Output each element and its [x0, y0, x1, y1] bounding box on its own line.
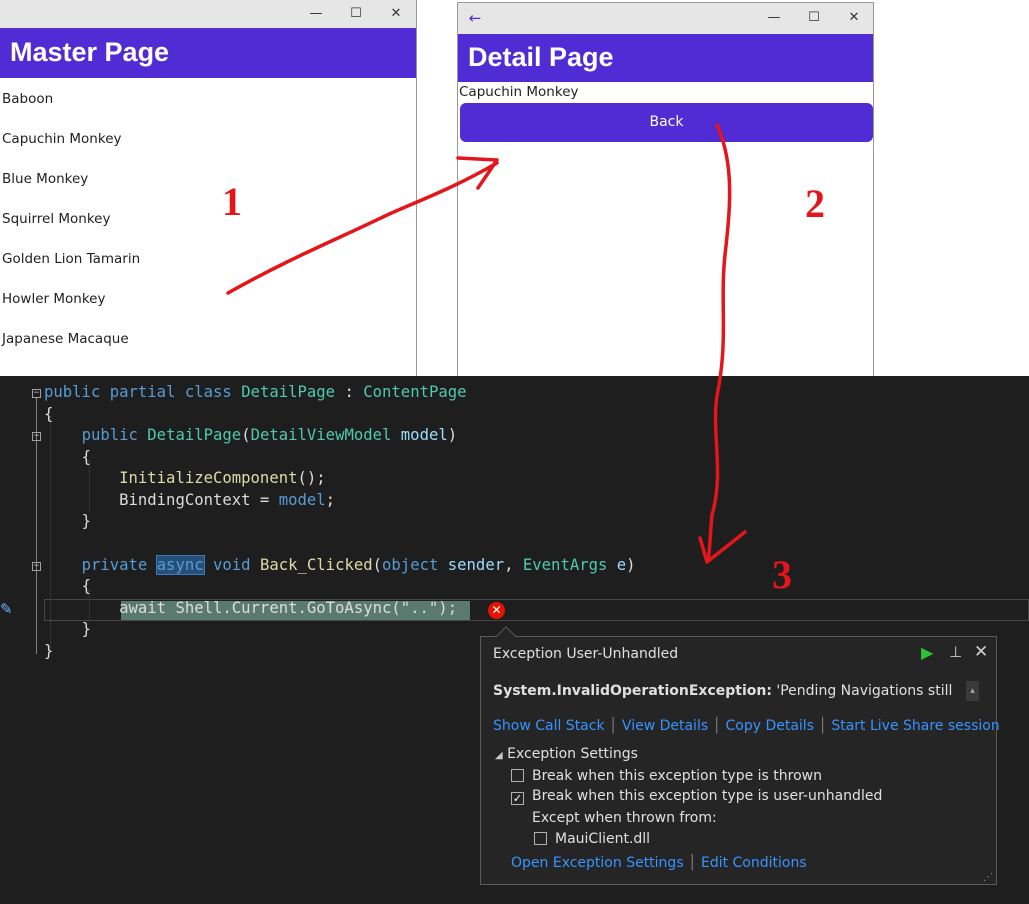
module-option[interactable]: MauiClient.dll: [534, 831, 650, 847]
code-line: InitializeComponent();: [119, 469, 326, 487]
close-button[interactable]: ✕: [385, 4, 407, 24]
minimize-button[interactable]: —: [763, 8, 785, 28]
edit-conditions-link[interactable]: Edit Conditions: [701, 855, 807, 871]
annotation-number: 2: [805, 181, 825, 226]
list-item[interactable]: Blue Monkey: [2, 171, 88, 187]
footer-links: Open Exception Settings │ Edit Condition…: [511, 855, 807, 871]
collapse-icon[interactable]: −: [32, 432, 41, 441]
close-button[interactable]: ✕: [843, 8, 865, 28]
code-line: public DetailPage(DetailViewModel model): [81, 426, 458, 444]
exception-links: Show Call Stack │ View Details │ Copy De…: [493, 718, 1000, 734]
detail-name-label: Capuchin Monkey: [459, 84, 579, 100]
continue-icon[interactable]: ▶: [921, 643, 933, 662]
resize-grip-icon[interactable]: ⋰: [983, 872, 993, 883]
maximize-button[interactable]: ☐: [345, 4, 367, 24]
code-line: {: [81, 577, 91, 595]
except-when-label: Except when thrown from:: [532, 810, 717, 826]
code-line: }: [81, 620, 91, 638]
code-editor[interactable]: − − − ✎ public partial class DetailPage …: [0, 376, 1029, 904]
code-line: private async void Back_Clicked(object s…: [81, 555, 636, 575]
break-unhandled-checkbox[interactable]: ✓: [511, 792, 524, 805]
exception-message: System.InvalidOperationException: 'Pendi…: [493, 683, 953, 699]
view-details-link[interactable]: View Details: [622, 718, 708, 734]
master-page-title: Master Page: [0, 28, 416, 78]
minimize-button[interactable]: —: [305, 4, 327, 24]
collapse-icon[interactable]: −: [32, 562, 41, 571]
exception-settings-header[interactable]: ◢ Exception Settings: [495, 746, 638, 762]
master-titlebar: — ☐ ✕: [0, 0, 416, 28]
code-line: }: [81, 512, 91, 530]
list-item[interactable]: Capuchin Monkey: [2, 131, 122, 147]
list-item[interactable]: Howler Monkey: [2, 291, 105, 307]
exception-helper-popup: Exception User-Unhandled ▶ ⊥ ✕ System.In…: [480, 626, 1000, 885]
break-thrown-option[interactable]: Break when this exception type is thrown: [511, 768, 822, 784]
back-arrow-icon[interactable]: ←: [464, 8, 486, 28]
code-line: }: [44, 642, 54, 660]
list-item[interactable]: Japanese Macaque: [2, 331, 129, 347]
detail-titlebar: ← — ☐ ✕: [458, 3, 873, 34]
maximize-button[interactable]: ☐: [803, 8, 825, 28]
break-thrown-checkbox[interactable]: [511, 769, 524, 782]
back-button[interactable]: Back: [460, 103, 873, 142]
code-line: {: [81, 448, 91, 466]
annotation-number: 1: [222, 179, 242, 224]
code-line: BindingContext = model;: [119, 491, 336, 509]
copy-details-link[interactable]: Copy Details: [725, 718, 814, 734]
list-item[interactable]: Baboon: [2, 91, 53, 107]
show-call-stack-link[interactable]: Show Call Stack: [493, 718, 605, 734]
code-line: await Shell.Current.GoToAsync("..");: [119, 599, 458, 617]
detail-page-title: Detail Page: [458, 34, 873, 82]
scroll-icon[interactable]: ▴: [966, 681, 979, 701]
paintbrush-icon[interactable]: ✎: [0, 600, 13, 618]
list-item[interactable]: Golden Lion Tamarin: [2, 251, 140, 267]
module-checkbox[interactable]: [534, 832, 547, 845]
expand-triangle-icon: ◢: [495, 750, 503, 761]
open-exception-settings-link[interactable]: Open Exception Settings: [511, 855, 684, 871]
pin-icon[interactable]: ⊥: [949, 643, 962, 661]
annotation-number: 3: [772, 552, 792, 597]
error-icon[interactable]: ✕: [488, 602, 505, 619]
break-unhandled-option[interactable]: ✓ Break when this exception type is user-…: [511, 788, 882, 805]
code-line: public partial class DetailPage : Conten…: [44, 383, 467, 401]
list-item[interactable]: Squirrel Monkey: [2, 211, 110, 227]
live-share-link[interactable]: Start Live Share session: [831, 718, 999, 734]
exception-title: Exception User-Unhandled: [493, 646, 679, 662]
close-icon[interactable]: ✕: [974, 642, 988, 662]
code-line: {: [44, 405, 54, 423]
collapse-icon[interactable]: −: [32, 389, 41, 398]
